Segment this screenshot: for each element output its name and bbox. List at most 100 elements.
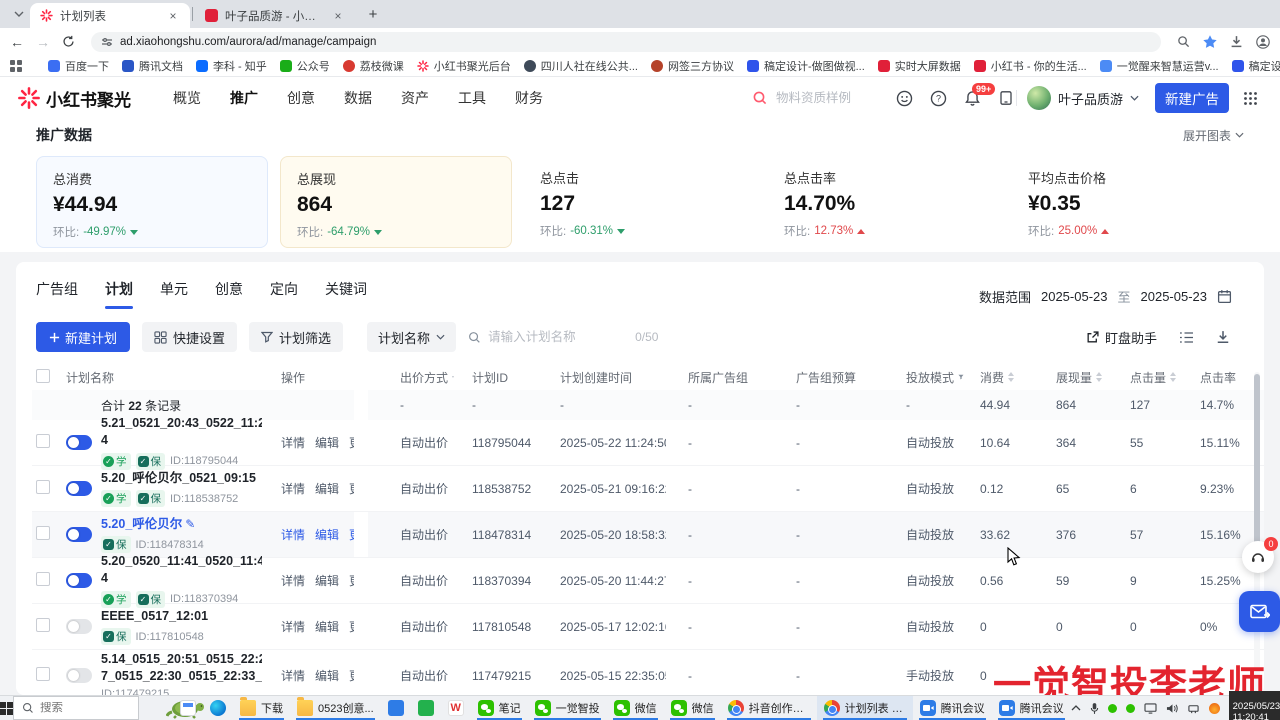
stat-card-ctr[interactable]: 总点击率 14.70% 环比:12.73% bbox=[768, 156, 1000, 248]
taskbar-wechat[interactable]: 微信 bbox=[607, 696, 664, 720]
tab-campaign[interactable]: 计划 bbox=[105, 279, 133, 309]
new-ad-button[interactable]: 新建广告 bbox=[1155, 83, 1229, 113]
detail-link[interactable]: 详情 bbox=[281, 436, 305, 450]
tab-close-icon[interactable]: × bbox=[166, 9, 180, 23]
nav-data[interactable]: 数据 bbox=[344, 88, 372, 108]
taskbar-widget[interactable] bbox=[173, 696, 203, 720]
bookmark-item[interactable]: 公众号 bbox=[280, 58, 330, 74]
taskbar-wechat[interactable]: 微信 bbox=[664, 696, 721, 720]
expand-chart-link[interactable]: 展开图表 bbox=[1183, 127, 1244, 144]
new-plan-button[interactable]: 新建计划 bbox=[36, 322, 130, 352]
edit-link[interactable]: 编辑 bbox=[315, 620, 339, 634]
account-menu[interactable]: 叶子品质游 bbox=[1027, 86, 1139, 110]
bookmark-item[interactable]: 四川人社在线公共... bbox=[524, 58, 638, 74]
nav-tools[interactable]: 工具 bbox=[458, 88, 486, 108]
nav-creative[interactable]: 创意 bbox=[287, 88, 315, 108]
calendar-icon[interactable] bbox=[1217, 289, 1232, 304]
edit-link[interactable]: 编辑 bbox=[315, 669, 339, 683]
stat-card-total-cost[interactable]: 总消费 ¥44.94 环比:-49.97% bbox=[36, 156, 268, 248]
new-tab-button[interactable]: + bbox=[361, 2, 385, 26]
plan-name-search[interactable]: 0/50 bbox=[468, 330, 658, 344]
detail-link[interactable]: 详情 bbox=[281, 669, 305, 683]
status-toggle[interactable] bbox=[66, 668, 92, 683]
row-checkbox[interactable] bbox=[36, 434, 50, 448]
status-toggle[interactable] bbox=[66, 435, 92, 450]
notifications-bell-icon[interactable]: 99+ bbox=[964, 90, 981, 107]
nav-finance[interactable]: 财务 bbox=[515, 88, 543, 108]
network-icon[interactable] bbox=[1187, 703, 1200, 714]
nav-assets[interactable]: 资产 bbox=[401, 88, 429, 108]
nav-promotion[interactable]: 推广 bbox=[230, 88, 258, 108]
edit-link[interactable]: 编辑 bbox=[315, 528, 339, 542]
tab-targeting[interactable]: 定向 bbox=[270, 279, 298, 309]
tab-keywords[interactable]: 关键词 bbox=[325, 279, 367, 309]
row-checkbox[interactable] bbox=[36, 572, 50, 586]
taskbar-tencent-meeting[interactable]: 腾讯会议 bbox=[913, 696, 992, 720]
taskbar-search[interactable] bbox=[13, 696, 139, 720]
bookmark-item[interactable]: 百度一下 bbox=[48, 58, 109, 74]
reload-icon[interactable] bbox=[62, 35, 75, 48]
bookmark-item[interactable]: 腾讯文档 bbox=[122, 58, 183, 74]
browser-tab-active[interactable]: 计划列表 × bbox=[30, 3, 190, 28]
stat-card-impressions[interactable]: 总展现 864 环比:-64.79% bbox=[280, 156, 512, 248]
display-icon[interactable] bbox=[1144, 703, 1157, 714]
scrollbar-thumb[interactable] bbox=[1254, 374, 1260, 556]
table-scrollbar[interactable] bbox=[1254, 372, 1260, 693]
wechat-tray-icon[interactable] bbox=[1126, 704, 1135, 713]
header-search-input[interactable] bbox=[776, 91, 886, 105]
stat-card-clicks[interactable]: 总点击 127 环比:-60.31% bbox=[524, 156, 756, 248]
plan-name[interactable]: 5.20_0520_11:41_0520_11:44 bbox=[101, 553, 262, 587]
detail-link[interactable]: 详情 bbox=[281, 528, 305, 542]
detail-link[interactable]: 详情 bbox=[281, 482, 305, 496]
header-search[interactable] bbox=[752, 90, 886, 106]
status-toggle[interactable] bbox=[66, 481, 92, 496]
profile-icon[interactable] bbox=[1256, 35, 1270, 49]
edit-link[interactable]: 编辑 bbox=[315, 574, 339, 588]
row-checkbox[interactable] bbox=[36, 480, 50, 494]
start-button[interactable] bbox=[0, 696, 13, 720]
date-start[interactable]: 2025-05-23 bbox=[1041, 289, 1108, 304]
watch-assistant-link[interactable]: 盯盘助手 bbox=[1086, 328, 1157, 347]
taskbar-downloads-folder[interactable]: 下载 bbox=[233, 696, 290, 720]
microphone-icon[interactable] bbox=[1090, 702, 1099, 715]
tray-chevron-up-icon[interactable] bbox=[1071, 705, 1081, 711]
nav-overview[interactable]: 概览 bbox=[173, 88, 201, 108]
detail-link[interactable]: 详情 bbox=[281, 574, 305, 588]
forward-icon[interactable]: → bbox=[36, 34, 50, 50]
bookmark-item[interactable]: 稿定设计-做图做视... bbox=[1232, 58, 1280, 74]
taskbar-tencent-meeting[interactable]: 腾讯会议 bbox=[992, 696, 1071, 720]
edit-link[interactable]: 编辑 bbox=[315, 436, 339, 450]
wechat-tray-icon[interactable] bbox=[1108, 704, 1117, 713]
sort-icon[interactable] bbox=[1008, 372, 1014, 382]
select-all-checkbox[interactable] bbox=[36, 369, 50, 383]
stat-card-avg-cpc[interactable]: 平均点击价格 ¥0.35 环比:25.00% bbox=[1012, 156, 1244, 248]
tab-close-icon[interactable]: × bbox=[331, 9, 345, 23]
plan-name-search-input[interactable] bbox=[488, 330, 628, 344]
bookmark-item[interactable]: 李科 - 知乎 bbox=[196, 58, 267, 74]
search-field-select[interactable]: 计划名称 bbox=[367, 322, 456, 352]
plan-name[interactable]: 5.21_0521_20:43_0522_11:24 bbox=[101, 415, 262, 449]
message-center-button[interactable] bbox=[1239, 591, 1280, 632]
emoji-icon[interactable] bbox=[896, 90, 913, 107]
taskbar-folder[interactable]: 0523创意... bbox=[290, 696, 381, 720]
quick-settings-button[interactable]: 快捷设置 bbox=[142, 322, 237, 352]
taskbar-store[interactable] bbox=[411, 696, 441, 720]
taskbar-wechat-yijue[interactable]: 一觉智投 bbox=[528, 696, 607, 720]
taskbar-edge[interactable] bbox=[203, 696, 233, 720]
download-icon[interactable] bbox=[1216, 330, 1230, 344]
row-checkbox[interactable] bbox=[36, 667, 50, 681]
tab-adgroup[interactable]: 广告组 bbox=[36, 279, 78, 309]
date-end[interactable]: 2025-05-23 bbox=[1141, 289, 1208, 304]
row-checkbox[interactable] bbox=[36, 526, 50, 540]
download-icon[interactable] bbox=[1230, 35, 1243, 48]
taskbar-app[interactable] bbox=[381, 696, 411, 720]
plan-name[interactable]: EEEE_0517_12:01 bbox=[101, 608, 262, 625]
column-settings-icon[interactable] bbox=[1179, 331, 1194, 344]
bookmark-star-icon[interactable] bbox=[1203, 35, 1217, 49]
sort-icon[interactable] bbox=[1170, 372, 1176, 382]
bookmark-item[interactable]: 实时大屏数据 bbox=[878, 58, 961, 74]
plan-name[interactable]: 5.20_呼伦贝尔✎ bbox=[101, 516, 262, 533]
status-toggle[interactable] bbox=[66, 619, 92, 634]
bookmark-item[interactable]: 稿定设计-做图做视... bbox=[747, 58, 865, 74]
edit-pencil-icon[interactable]: ✎ bbox=[185, 517, 195, 531]
